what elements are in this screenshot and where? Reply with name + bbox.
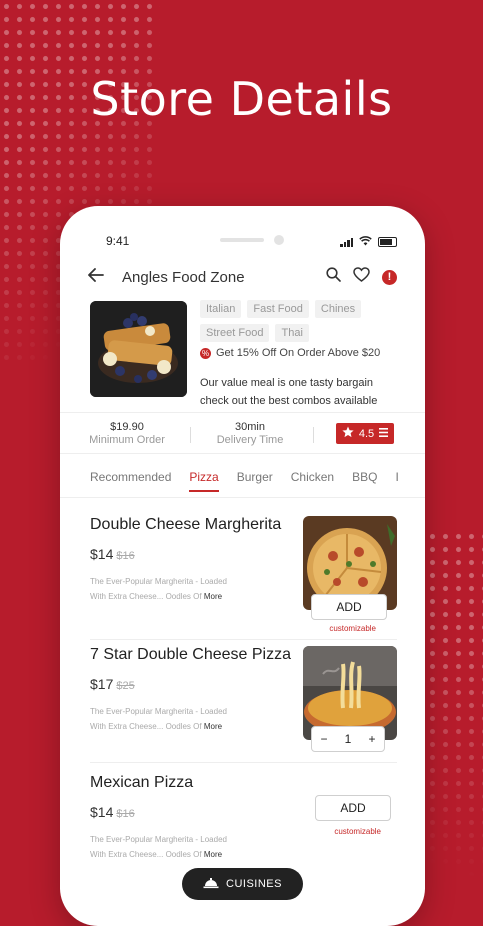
description-line: With Extra Cheese... Oodles Of More <box>90 589 250 604</box>
offer-row: % Get 15% Off On Order Above $20 <box>200 347 380 359</box>
back-arrow-icon[interactable] <box>88 267 104 287</box>
status-icons <box>340 233 397 251</box>
reviews-list-icon <box>379 427 389 441</box>
wifi-icon <box>359 233 372 251</box>
current-price: $17 <box>90 676 114 692</box>
tab-bbq[interactable]: BBQ <box>352 470 377 492</box>
phone-frame: 9:41 Angles Food Zone ! Italian Fast Foo… <box>60 206 425 926</box>
minus-button[interactable]: − <box>321 732 328 746</box>
quantity-value: 1 <box>344 732 352 746</box>
category-tabs: Recommended Pizza Burger Chicken BBQ I <box>90 470 425 492</box>
item-name: Mexican Pizza <box>90 774 194 791</box>
store-description: Our value meal is one tasty bargain chec… <box>200 374 400 410</box>
description-line: check out the best combos available <box>200 395 378 407</box>
current-price: $14 <box>90 804 114 820</box>
info-icon[interactable]: ! <box>382 269 397 285</box>
item-description: The Ever-Popular Margherita - Loaded Wit… <box>90 574 250 604</box>
heart-icon[interactable] <box>353 267 370 287</box>
camera-notch <box>274 235 284 245</box>
stats-divider <box>313 427 314 443</box>
current-price: $14 <box>90 546 114 562</box>
description-line: The Ever-Popular Margherita - Loaded <box>90 577 227 586</box>
tabs-divider <box>60 497 425 498</box>
cuisine-tag: Chines <box>314 300 362 318</box>
cuisines-label: CUISINES <box>226 878 282 890</box>
item-divider <box>90 639 397 640</box>
customizable-label: customizable <box>334 827 381 836</box>
old-price: $25 <box>116 680 135 692</box>
description-text: With Extra Cheese... Oodles Of <box>90 850 202 859</box>
search-icon[interactable] <box>326 267 341 287</box>
quantity-stepper[interactable]: − 1 + <box>311 726 385 752</box>
cloche-icon <box>203 877 219 892</box>
item-divider <box>90 762 397 763</box>
menu-item: Double Cheese Margherita $14 $16 The Ever… <box>90 516 397 636</box>
description-line: With Extra Cheese... Oodles Of More <box>90 719 250 734</box>
min-order-label: Minimum Order <box>89 434 165 446</box>
stats-divider <box>190 427 191 443</box>
status-time: 9:41 <box>106 234 130 248</box>
description-text: With Extra Cheese... Oodles Of <box>90 722 202 731</box>
cuisines-button[interactable]: CUISINES <box>182 868 303 900</box>
cuisine-tag: Italian <box>200 300 242 318</box>
old-price: $16 <box>116 550 135 562</box>
store-name: Angles Food Zone <box>122 268 245 286</box>
item-description: The Ever-Popular Margherita - Loaded Wit… <box>90 832 250 862</box>
menu-item: 7 Star Double Cheese Pizza $17 $25 The Ev… <box>90 646 397 766</box>
rating-value: 4.5 <box>358 427 375 440</box>
description-line: With Extra Cheese... Oodles Of More <box>90 847 250 862</box>
add-button[interactable]: ADD <box>315 795 391 821</box>
discount-icon: % <box>200 347 211 359</box>
tab-overflow[interactable]: I <box>395 470 398 492</box>
description-line: Our value meal is one tasty bargain <box>200 377 374 389</box>
banner-title: Store Details <box>90 72 393 126</box>
cuisine-tag: Fast Food <box>247 300 309 318</box>
cuisine-tags: Italian Fast Food Chines Street Food Tha… <box>200 300 400 342</box>
offer-text: Get 15% Off On Order Above $20 <box>216 347 381 359</box>
tab-recommended[interactable]: Recommended <box>90 470 171 492</box>
description-text: With Extra Cheese... Oodles Of <box>90 592 202 601</box>
customizable-label: customizable <box>329 624 376 633</box>
star-icon <box>342 426 354 441</box>
delivery-time-stat: 30min Delivery Time <box>210 421 290 446</box>
old-price: $16 <box>116 808 135 820</box>
store-image <box>90 301 187 397</box>
description-line: The Ever-Popular Margherita - Loaded <box>90 835 227 844</box>
cuisine-tag: Thai <box>275 324 309 342</box>
more-link[interactable]: More <box>204 722 222 731</box>
item-description: The Ever-Popular Margherita - Loaded Wit… <box>90 704 250 734</box>
signal-icon <box>340 237 353 247</box>
header-bar: Angles Food Zone ! <box>88 266 397 288</box>
tab-pizza[interactable]: Pizza <box>189 470 219 492</box>
delivery-time-label: Delivery Time <box>216 434 284 446</box>
speaker-notch <box>220 238 264 242</box>
min-order-stat: $19.90 Minimum Order <box>87 421 167 446</box>
cuisine-tag: Street Food <box>200 324 270 342</box>
tab-chicken[interactable]: Chicken <box>291 470 334 492</box>
rating-badge[interactable]: 4.5 <box>336 423 394 444</box>
more-link[interactable]: More <box>204 592 222 601</box>
add-button[interactable]: ADD <box>311 594 387 620</box>
description-line: The Ever-Popular Margherita - Loaded <box>90 707 227 716</box>
plus-button[interactable]: + <box>368 732 375 746</box>
tab-burger[interactable]: Burger <box>237 470 273 492</box>
more-link[interactable]: More <box>204 850 222 859</box>
battery-icon <box>378 237 397 247</box>
delivery-time-value: 30min <box>235 421 265 433</box>
min-order-value: $19.90 <box>110 421 144 433</box>
